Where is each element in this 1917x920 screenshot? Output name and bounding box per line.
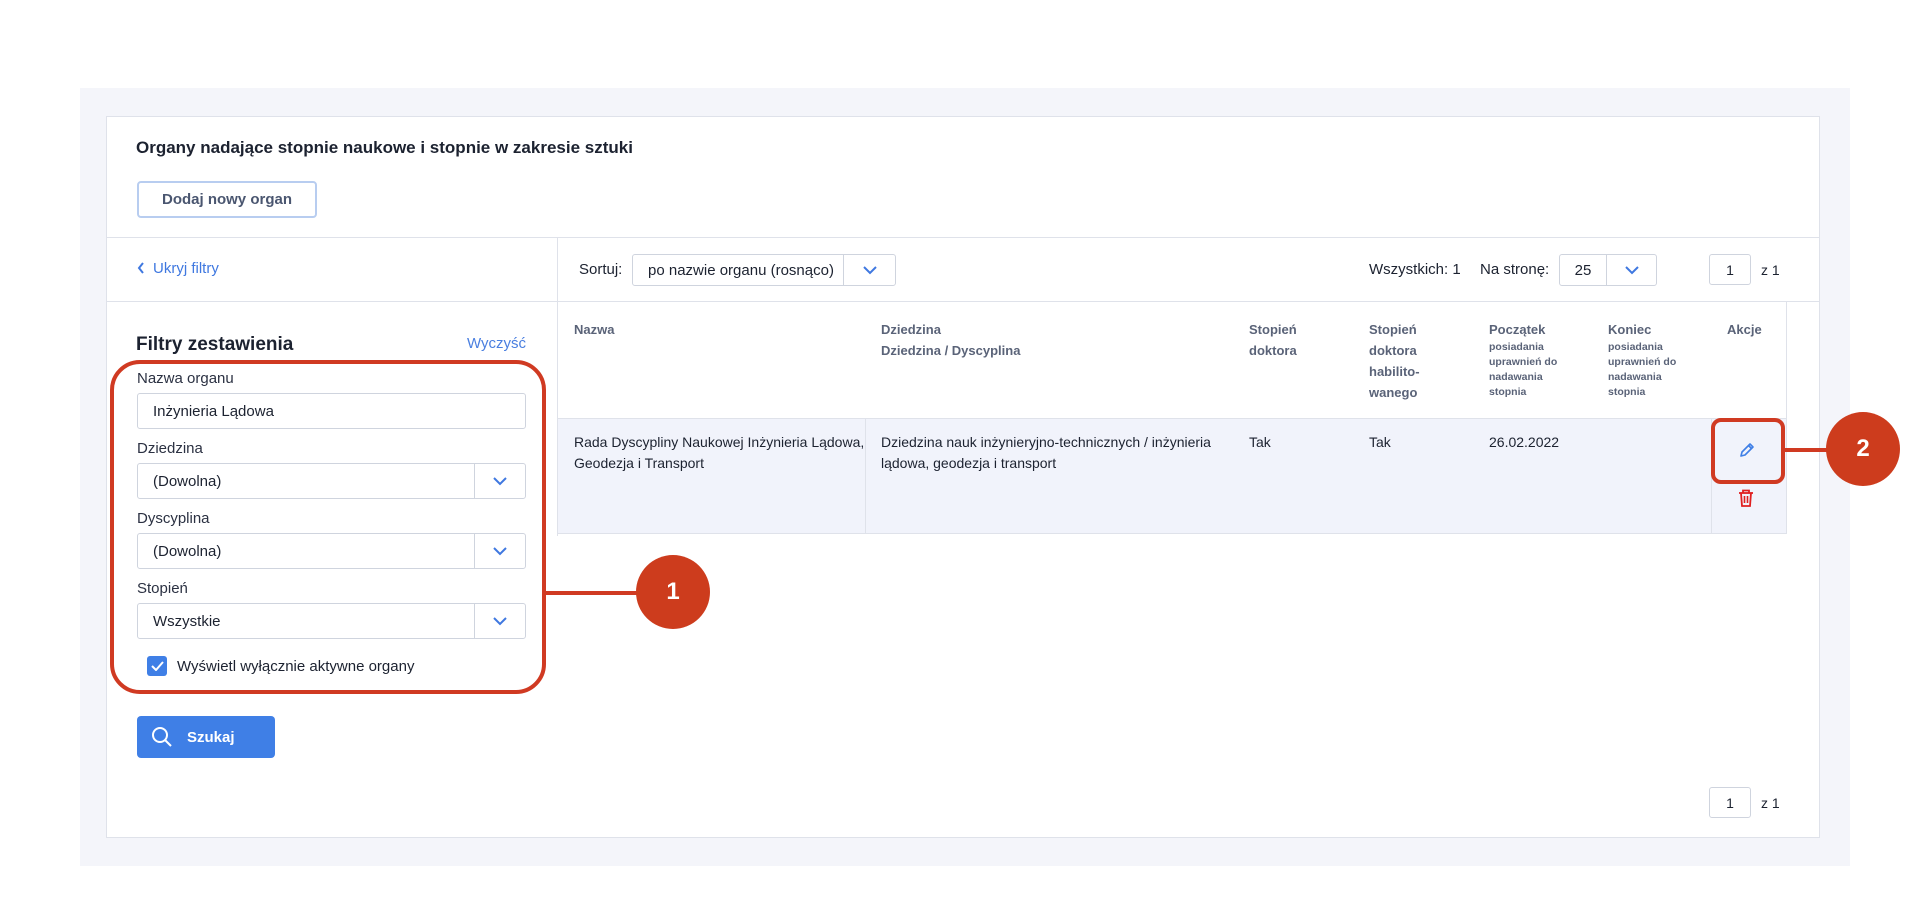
divider-toolbar: [107, 301, 1819, 302]
divider-top: [107, 237, 1819, 238]
delete-button[interactable]: [1738, 489, 1754, 512]
col-header-start-sub1: posiadania: [1489, 341, 1544, 353]
cell-start: 26.02.2022: [1489, 434, 1560, 450]
page-of-top: z 1: [1761, 262, 1780, 278]
callout-frame-edit: [1711, 418, 1785, 484]
clear-filters-link[interactable]: Wyczyść: [467, 335, 526, 352]
cell-name-line1: Rada Dyscypliny Naukowej Inżynieria Lądo…: [574, 434, 865, 450]
row-cell-divider: [865, 419, 866, 534]
cell-habil: Tak: [1369, 434, 1391, 450]
callout-connector-1: [546, 591, 640, 595]
cell-name-line2: Geodezja i Transport: [574, 455, 704, 471]
col-header-habil-line3: habilito-: [1369, 364, 1420, 379]
page-number-input-top[interactable]: 1: [1709, 254, 1751, 285]
callout-connector-2: [1785, 448, 1829, 452]
chevron-left-icon: [137, 261, 145, 277]
page-number-input-bottom[interactable]: 1: [1709, 787, 1751, 818]
col-header-doctor-line2: doktora: [1249, 343, 1297, 358]
col-header-end-sub3: nadawania: [1608, 371, 1662, 383]
col-header-habil[interactable]: Stopień doktora habilito- wanego: [1369, 319, 1420, 403]
search-button[interactable]: Szukaj: [137, 716, 275, 758]
col-header-field-line2: Dziedzina / Dyscyplina: [881, 343, 1021, 358]
cell-name: Rada Dyscypliny Naukowej Inżynieria Lądo…: [574, 432, 864, 474]
callout-badge-1: 1: [636, 555, 710, 629]
hide-filters-link[interactable]: Ukryj filtry: [137, 260, 219, 277]
col-header-start-sub4: stopnia: [1489, 386, 1527, 398]
col-header-end-sub1: posiadania: [1608, 341, 1663, 353]
col-header-habil-line4: wanego: [1369, 385, 1418, 400]
col-header-end-sub2: uprawnień do: [1608, 356, 1677, 368]
col-header-habil-line2: doktora: [1369, 343, 1417, 358]
hide-filters-label: Ukryj filtry: [153, 260, 219, 277]
sort-select[interactable]: po nazwie organu (rosnąco): [632, 254, 896, 286]
col-header-start-sub3: nadawania: [1489, 371, 1543, 383]
per-page-label: Na stronę:: [1480, 261, 1550, 278]
col-header-doctor-line1: Stopień: [1249, 322, 1297, 337]
callout-frame-filters: [110, 360, 546, 694]
total-count: Wszystkich: 1: [1369, 261, 1461, 278]
cell-field-line1: Dziedzina nauk inżynieryjno-technicznych…: [881, 434, 1211, 450]
col-header-field[interactable]: Dziedzina Dziedzina / Dyscyplina: [881, 319, 1020, 361]
search-icon: [152, 727, 172, 747]
sort-select-value: po nazwie organu (rosnąco): [648, 261, 834, 279]
col-header-start-sub2: uprawnień do: [1489, 356, 1558, 368]
cell-field: Dziedzina nauk inżynieryjno-technicznych…: [881, 432, 1211, 474]
sort-label: Sortuj:: [579, 261, 623, 278]
col-header-name[interactable]: Nazwa: [574, 319, 614, 340]
trash-icon: [1739, 489, 1753, 507]
add-organ-button[interactable]: Dodaj nowy organ: [137, 181, 317, 218]
col-header-end-sub4: stopnia: [1608, 386, 1646, 398]
col-header-start[interactable]: Początek posiadania uprawnień do nadawan…: [1489, 319, 1557, 400]
page-of-bottom: z 1: [1761, 795, 1780, 811]
chevron-down-icon[interactable]: [843, 255, 895, 285]
col-header-end-title: Koniec: [1608, 322, 1652, 337]
col-header-habil-line1: Stopień: [1369, 322, 1417, 337]
page-title: Organy nadające stopnie naukowe i stopni…: [136, 138, 633, 157]
callout-badge-2: 2: [1826, 412, 1900, 486]
col-header-end[interactable]: Koniec posiadania uprawnień do nadawania…: [1608, 319, 1676, 400]
col-header-actions: Akcje: [1727, 322, 1762, 337]
col-header-field-line1: Dziedzina: [881, 322, 941, 337]
col-header-start-title: Początek: [1489, 322, 1546, 337]
cell-doctor: Tak: [1249, 434, 1271, 450]
col-header-doctor[interactable]: Stopień doktora: [1249, 319, 1297, 361]
cell-field-line2: lądowa, geodezja i transport: [881, 455, 1057, 471]
chevron-down-icon[interactable]: [1606, 255, 1656, 285]
per-page-select[interactable]: 25: [1559, 254, 1657, 286]
filters-title: Filtry zestawienia: [136, 334, 294, 355]
search-button-label: Szukaj: [187, 728, 235, 746]
per-page-value: 25: [1574, 261, 1592, 279]
table-right-border: [1786, 302, 1787, 534]
